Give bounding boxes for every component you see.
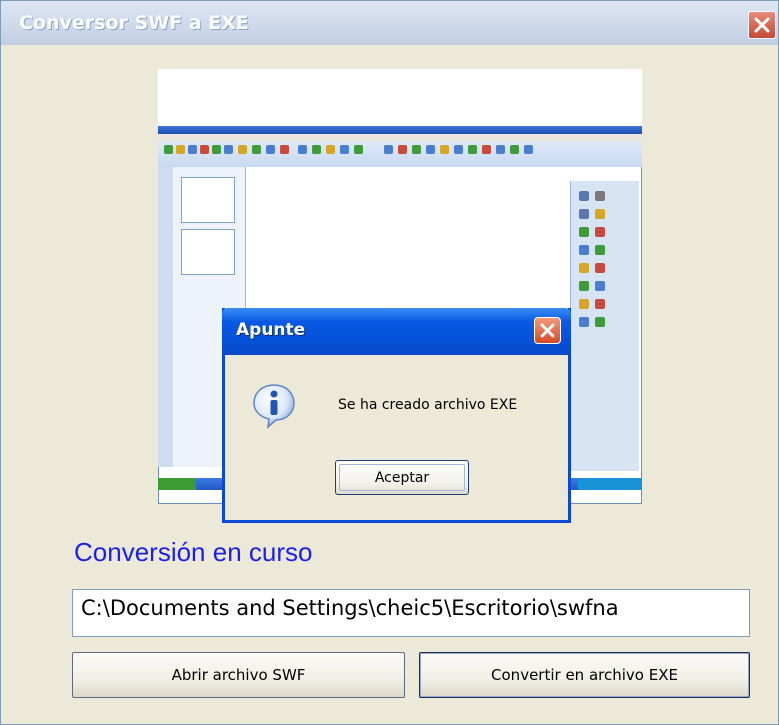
dialog-message: Se ha creado archivo EXE (338, 397, 518, 413)
close-icon (540, 323, 555, 338)
window-close-button[interactable] (748, 11, 776, 39)
file-path-field[interactable]: C:\Documents and Settings\cheic5\Escrito… (72, 589, 750, 637)
status-heading: Conversión en curso (74, 537, 313, 567)
title-bar[interactable]: Conversor SWF a EXE (1, 1, 778, 45)
close-icon (754, 17, 770, 33)
apunte-dialog: Apunte Se ha creado archivo EXE Aceptar (222, 308, 571, 523)
dialog-title-bar[interactable]: Apunte (222, 308, 571, 355)
dialog-close-button[interactable] (534, 317, 561, 344)
convert-exe-button[interactable]: Convertir en archivo EXE (419, 652, 750, 698)
info-icon (253, 384, 295, 429)
ok-button[interactable]: Aceptar (335, 460, 469, 495)
open-swf-button[interactable]: Abrir archivo SWF (72, 652, 405, 698)
window-title: Conversor SWF a EXE (19, 12, 249, 34)
dialog-title: Apunte (236, 320, 306, 340)
converter-window: Conversor SWF a EXE Apunte Se ha creado … (0, 0, 779, 725)
